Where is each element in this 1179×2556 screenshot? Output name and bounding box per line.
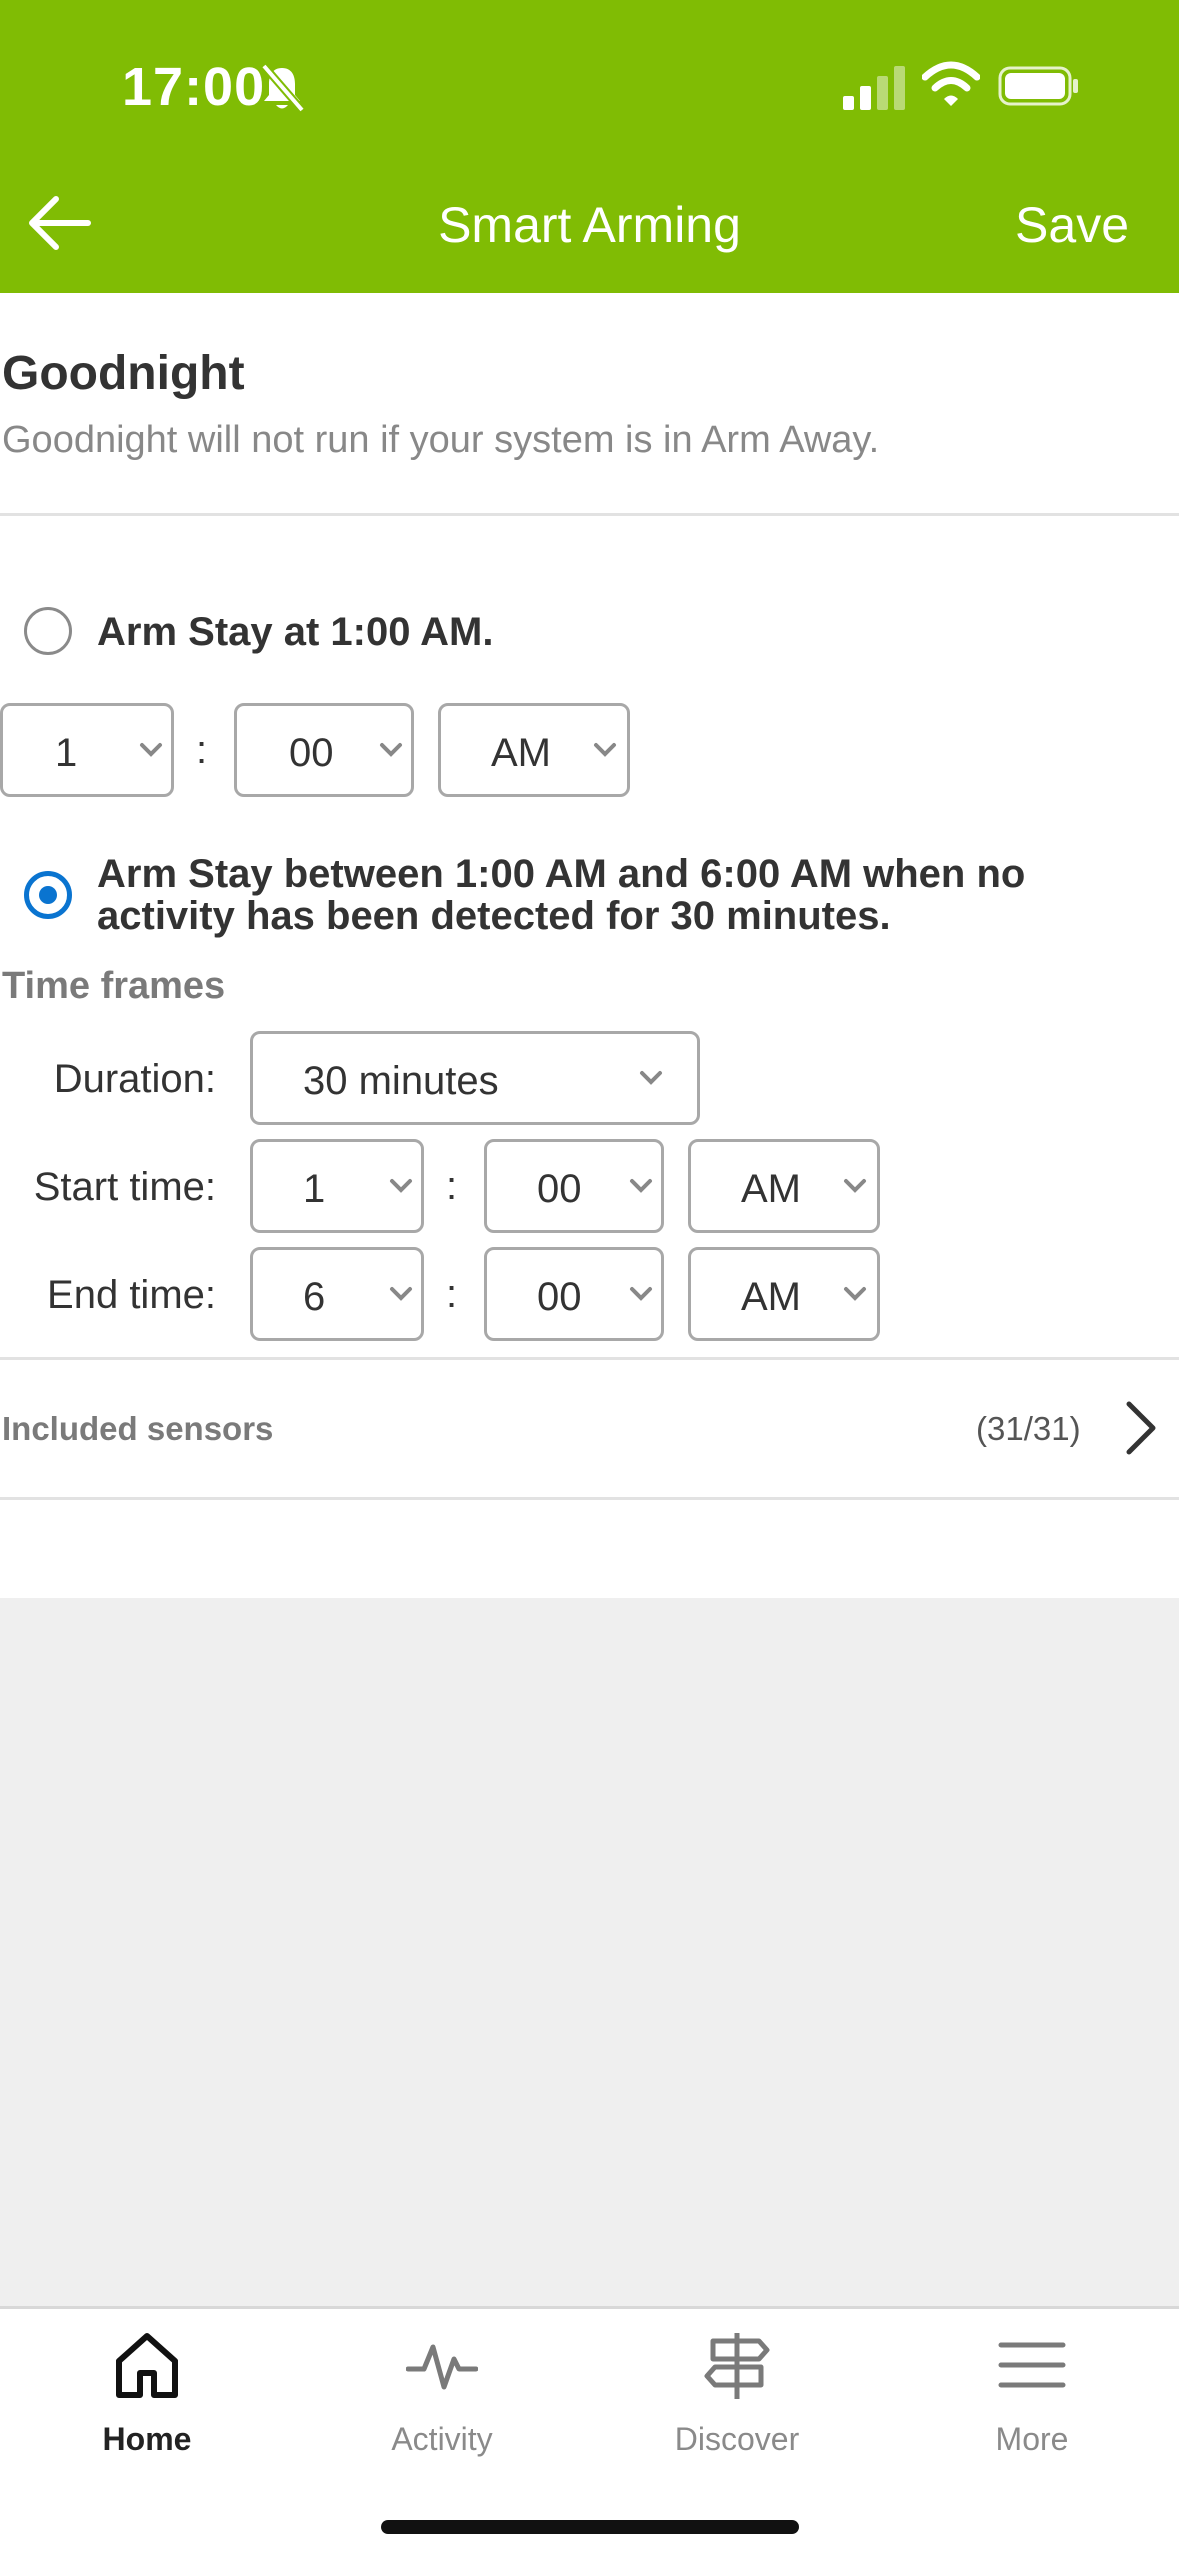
end-ampm-select[interactable]: AM [688, 1247, 880, 1341]
included-sensors-row[interactable]: Included sensors (31/31) [0, 1360, 1179, 1490]
arm-stay-fixed-label: Arm Stay at 1:00 AM. [97, 610, 494, 654]
included-sensors-label: Included sensors [2, 1410, 274, 1447]
start-minute-value: 00 [537, 1167, 582, 1211]
fixed-ampm-value: AM [491, 731, 551, 775]
time-frames-heading: Time frames [2, 965, 226, 1007]
fixed-minute-value: 00 [289, 731, 334, 775]
home-indicator[interactable] [381, 2520, 799, 2534]
page-title: Smart Arming [438, 197, 741, 253]
chevron-down-icon [380, 743, 402, 757]
divider [0, 513, 1179, 516]
included-sensors-count: (31/31) [976, 1410, 1081, 1447]
tab-more-label: More [995, 2421, 1069, 2457]
chevron-down-icon [594, 743, 616, 757]
fixed-minute-select[interactable]: 00 [234, 703, 414, 797]
duration-label: Duration: [53, 1057, 216, 1101]
tab-activity[interactable]: Activity [295, 2309, 589, 2469]
end-time-label: End time: [47, 1273, 216, 1317]
chevron-down-icon [140, 743, 162, 757]
activity-icon [406, 2344, 478, 2390]
time-separator: : [446, 1272, 458, 1316]
end-minute-value: 00 [537, 1275, 582, 1319]
arm-stay-window-label-line1: Arm Stay between 1:00 AM and 6:00 AM whe… [97, 852, 1026, 896]
app-header: 17:00 Smart Arming Save [0, 0, 1179, 293]
fixed-ampm-select[interactable]: AM [438, 703, 630, 797]
start-time-label: Start time: [33, 1165, 216, 1209]
chevron-right-icon [1126, 1401, 1156, 1455]
arm-stay-fixed-radio[interactable] [24, 607, 72, 655]
cellular-signal-icon [843, 66, 905, 110]
tab-discover[interactable]: Discover [590, 2309, 884, 2469]
battery-icon [998, 66, 1078, 106]
chevron-down-icon [630, 1179, 652, 1193]
end-ampm-value: AM [741, 1275, 801, 1319]
tab-activity-label: Activity [391, 2421, 493, 2457]
end-minute-select[interactable]: 00 [484, 1247, 664, 1341]
menu-icon [998, 2342, 1066, 2388]
bell-muted-icon [260, 63, 306, 113]
tab-home[interactable]: Home [0, 2309, 294, 2469]
start-ampm-value: AM [741, 1167, 801, 1211]
duration-select[interactable]: 30 minutes [250, 1031, 700, 1125]
save-button[interactable]: Save [1015, 196, 1129, 254]
bottom-tab-bar: Home Activity Discover More [0, 2306, 1179, 2556]
arm-stay-window-label-line2: activity has been detected for 30 minute… [97, 894, 891, 938]
settings-panel: Goodnight Goodnight will not run if your… [0, 293, 1179, 1598]
start-hour-value: 1 [303, 1167, 326, 1211]
chevron-down-icon [390, 1287, 412, 1301]
home-icon [116, 2333, 178, 2398]
end-hour-value: 6 [303, 1275, 326, 1319]
arm-stay-window-label: Arm Stay between 1:00 AM and 6:00 AM whe… [97, 853, 1025, 937]
section-title: Goodnight [2, 347, 245, 400]
tab-home-label: Home [102, 2421, 192, 2457]
fixed-hour-value: 1 [55, 731, 78, 775]
start-ampm-select[interactable]: AM [688, 1139, 880, 1233]
end-hour-select[interactable]: 6 [250, 1247, 424, 1341]
chevron-down-icon [844, 1179, 866, 1193]
time-separator: : [196, 728, 208, 772]
time-separator: : [446, 1164, 458, 1208]
status-time: 17:00 [122, 57, 266, 117]
start-hour-select[interactable]: 1 [250, 1139, 424, 1233]
chevron-down-icon [390, 1179, 412, 1193]
signpost-icon [704, 2333, 770, 2399]
fixed-hour-select[interactable]: 1 [0, 703, 174, 797]
chevron-down-icon [640, 1071, 662, 1085]
tab-more[interactable]: More [885, 2309, 1179, 2469]
wifi-icon [922, 61, 980, 106]
chevron-down-icon [844, 1287, 866, 1301]
divider [0, 1497, 1179, 1500]
duration-value: 30 minutes [303, 1059, 499, 1103]
chevron-down-icon [630, 1287, 652, 1301]
tab-discover-label: Discover [674, 2421, 800, 2457]
arm-stay-window-radio[interactable] [24, 871, 72, 919]
section-description: Goodnight will not run if your system is… [2, 419, 880, 461]
start-minute-select[interactable]: 00 [484, 1139, 664, 1233]
